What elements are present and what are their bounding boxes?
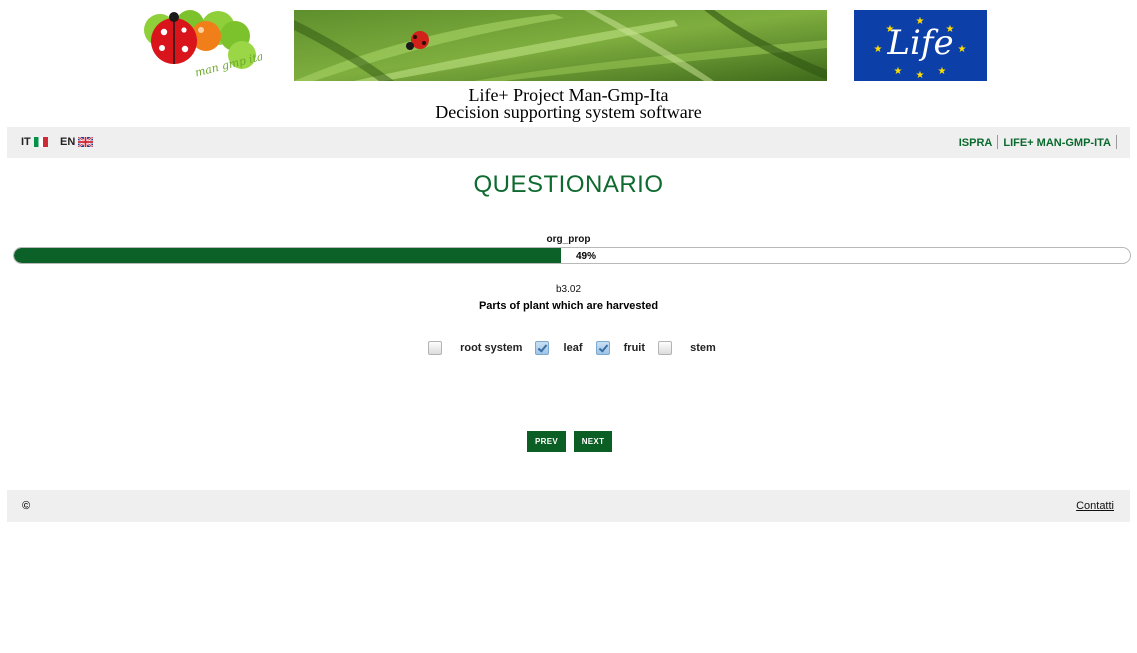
grass-ladybug-banner — [294, 10, 827, 81]
ladybug-logo-icon: man gmp ita — [144, 10, 265, 80]
eu-life-text: Life — [887, 23, 954, 63]
progress-bar: 49% — [13, 247, 1131, 264]
checkbox-leaf[interactable] — [535, 341, 550, 355]
ispra-link[interactable]: ISPRA — [959, 137, 993, 149]
uk-flag-icon — [78, 137, 94, 147]
option-fruit: fruit — [595, 341, 646, 355]
question-code: b3.02 — [555, 284, 582, 295]
page-title: QUESTIONARIO — [473, 171, 664, 198]
logo-script-text: man gmp ita — [194, 50, 262, 80]
lang-en-label: EN — [60, 136, 76, 148]
nav-divider — [1116, 135, 1117, 149]
option-root-system: root system — [428, 341, 522, 355]
option-label-stem: stem — [690, 342, 716, 354]
progress-bar-fill — [14, 248, 561, 263]
copyright-symbol: © — [22, 500, 31, 512]
option-label-root-system: root system — [460, 342, 523, 354]
checkbox-stem[interactable] — [658, 341, 673, 355]
life-man-gmp-ita-link[interactable]: LIFE+ MAN-GMP-ITA — [1003, 137, 1111, 149]
section-label: org_prop — [546, 234, 591, 245]
eu-life-logo: ★ ★ ★ ★ ★ ★ ★ ★ Life — [854, 10, 987, 81]
lang-en-link[interactable]: EN — [60, 136, 94, 148]
next-button[interactable]: NEXT — [574, 431, 612, 452]
contact-link[interactable]: Contatti — [1076, 500, 1114, 512]
external-links: ISPRA LIFE+ MAN-GMP-ITA — [959, 135, 1122, 149]
prev-button[interactable]: PREV — [527, 431, 566, 452]
banner-image-icon — [294, 10, 827, 81]
top-nav-bar: IT EN ISPRA LIFE+ MAN-GMP-ITA — [7, 127, 1130, 158]
man-gmp-ita-logo: man gmp ita — [132, 8, 265, 82]
option-label-leaf: leaf — [563, 342, 583, 354]
italy-flag-icon — [33, 137, 48, 147]
nav-divider — [997, 135, 999, 149]
project-title-line2: Decision supporting system software — [435, 102, 702, 122]
project-title: Life+ Project Man-Gmp-Ita Decision suppo… — [0, 86, 1137, 122]
option-stem: stem — [658, 341, 716, 355]
option-label-fruit: fruit — [623, 342, 646, 354]
option-leaf: leaf — [535, 341, 583, 355]
lang-it-link[interactable]: IT — [21, 136, 48, 148]
answer-options: root system leaf fruit stem — [428, 341, 716, 361]
checkbox-root-system[interactable] — [428, 341, 442, 355]
question-text: Parts of plant which are harvested — [478, 300, 659, 312]
lang-it-label: IT — [21, 136, 31, 148]
progress-percent-label: 49% — [576, 251, 597, 262]
footer-bar: © Contatti — [7, 490, 1130, 522]
checkbox-fruit[interactable] — [595, 341, 610, 355]
